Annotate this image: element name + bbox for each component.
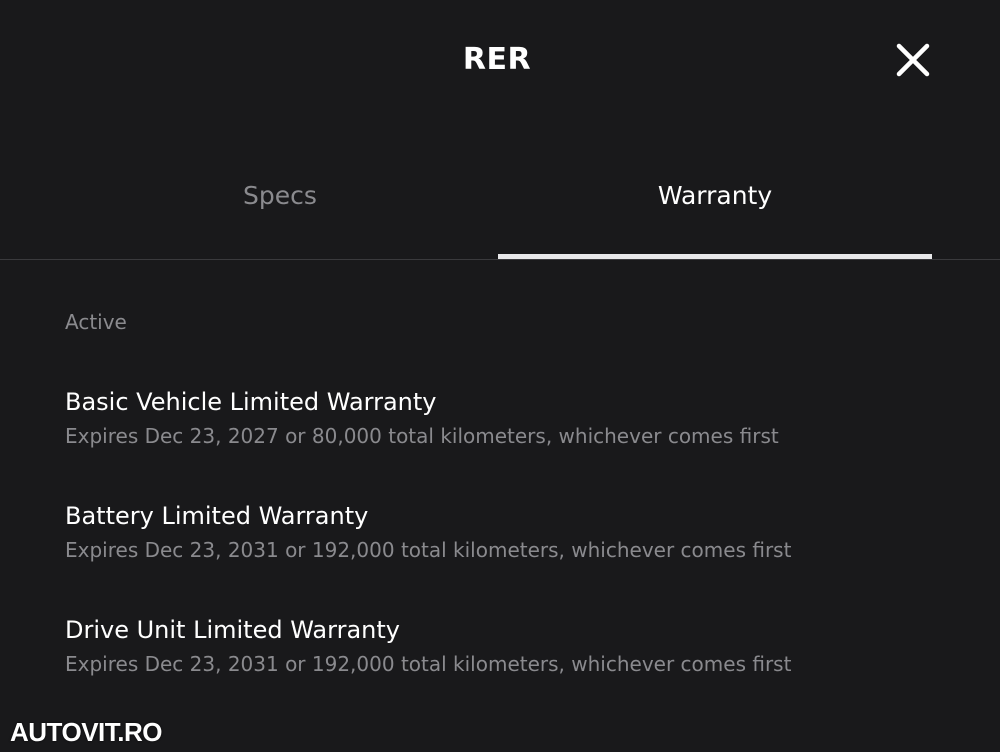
- tab-bar: Specs Warranty: [0, 170, 1000, 260]
- tab-warranty[interactable]: Warranty: [498, 170, 932, 258]
- warranty-description: Expires Dec 23, 2027 or 80,000 total kil…: [65, 424, 779, 448]
- tab-specs[interactable]: Specs: [63, 170, 497, 258]
- warranty-title: Drive Unit Limited Warranty: [65, 616, 400, 644]
- close-icon: [896, 43, 930, 77]
- modal-title: RER: [462, 42, 532, 77]
- warranty-item-drive-unit: Drive Unit Limited Warranty Expires Dec …: [65, 614, 965, 679]
- watermark-logo: AUTOVIT.RO: [10, 717, 162, 747]
- warranty-title: Battery Limited Warranty: [65, 502, 369, 530]
- warranty-item-basic-vehicle: Basic Vehicle Limited Warranty Expires D…: [65, 386, 965, 451]
- tabs-divider: [0, 259, 1000, 260]
- warranty-item-battery: Battery Limited Warranty Expires Dec 23,…: [65, 500, 965, 565]
- warranty-description: Expires Dec 23, 2031 or 192,000 total ki…: [65, 652, 792, 676]
- warranty-title: Basic Vehicle Limited Warranty: [65, 388, 437, 416]
- close-button[interactable]: [892, 39, 934, 81]
- warranty-description: Expires Dec 23, 2031 or 192,000 total ki…: [65, 538, 792, 562]
- section-label-active: Active: [65, 310, 127, 334]
- warranty-screen: RER Specs Warranty Active Basic Vehicle …: [0, 0, 1000, 752]
